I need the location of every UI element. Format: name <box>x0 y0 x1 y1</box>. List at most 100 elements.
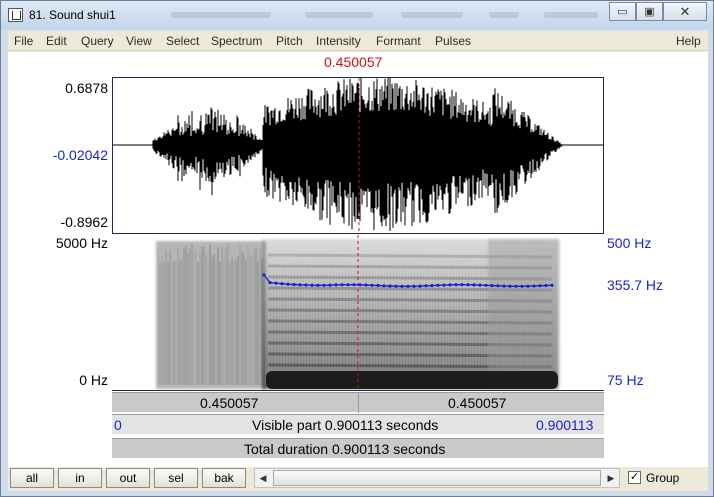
menu-formant[interactable]: Formant <box>376 34 421 48</box>
spectrogram-panel[interactable] <box>112 235 604 391</box>
waveform-panel[interactable] <box>112 76 604 234</box>
close-button[interactable]: ✕ <box>663 2 707 21</box>
pitch-point <box>388 284 392 288</box>
maximize-button[interactable]: ▣ <box>636 2 663 21</box>
blurred-toolbar-item <box>305 12 373 18</box>
pitch-point <box>520 284 524 288</box>
spectrogram-baseline <box>112 390 604 391</box>
total-duration-label: Total duration 0.900113 seconds <box>244 441 446 457</box>
zoom-in-button[interactable]: in <box>58 468 102 488</box>
spectrogram-svg <box>156 235 560 391</box>
pitch-point <box>526 284 530 288</box>
waveform-svg <box>113 76 603 233</box>
pitch-point <box>532 284 536 288</box>
pitch-point <box>538 284 542 288</box>
pitch-value-label: 355.7 Hz <box>607 277 664 293</box>
pitch-point <box>448 283 452 287</box>
pitch-point <box>496 284 500 288</box>
right-time-value: 0.450057 <box>448 395 507 411</box>
horizontal-scrollbar[interactable]: ◀ ▶ <box>254 468 620 488</box>
tail-noise-region <box>488 239 560 387</box>
blurred-toolbar-item <box>544 12 598 18</box>
pitch-point <box>292 282 296 287</box>
pitch-point <box>322 283 326 287</box>
pitch-point <box>394 284 398 288</box>
pitch-max-label: 500 Hz <box>607 235 652 251</box>
spectrogram-min-freq-label: 0 Hz <box>79 372 108 388</box>
menu-help[interactable]: Help <box>676 34 701 48</box>
pitch-point <box>514 284 518 288</box>
pitch-point <box>304 283 308 287</box>
spectrogram-max-freq-label: 5000 Hz <box>55 235 108 251</box>
title-bar[interactable]: 81. Sound shui1 ▭ ▣ ✕ <box>1 1 713 29</box>
zoom-back-button[interactable]: bak <box>202 468 246 488</box>
pitch-point <box>310 283 314 287</box>
pitch-point <box>370 283 374 287</box>
pitch-point <box>412 284 416 288</box>
zoom-out-button[interactable]: out <box>106 468 150 488</box>
menu-query[interactable]: Query <box>81 34 114 48</box>
scroll-left-arrow-icon[interactable]: ◀ <box>255 469 271 487</box>
pitch-point <box>334 283 338 287</box>
zoom-all-button[interactable]: all <box>10 468 54 488</box>
pitch-point <box>478 283 482 287</box>
bottom-toolbar: all in out sel bak ◀ ▶ ✓ Group <box>8 467 708 491</box>
blurred-toolbar-item <box>401 12 463 18</box>
pitch-point <box>490 284 494 288</box>
pitch-point <box>274 281 278 285</box>
pitch-point <box>358 283 362 287</box>
scroll-right-arrow-icon[interactable]: ▶ <box>603 469 619 487</box>
waveform-max-label: 0.6878 <box>65 80 108 96</box>
pitch-point <box>442 283 446 287</box>
scroll-thumb[interactable] <box>273 470 601 486</box>
total-duration-row[interactable]: Total duration 0.900113 seconds <box>112 438 604 458</box>
pitch-min-label: 75 Hz <box>607 372 644 388</box>
pitch-point <box>328 283 332 287</box>
zoom-selection-button[interactable]: sel <box>154 468 198 488</box>
pitch-point <box>436 283 440 287</box>
waveform-min-label: -0.8962 <box>60 214 108 230</box>
pitch-point <box>400 284 404 288</box>
blurred-toolbar-item <box>489 12 519 18</box>
visible-start-value: 0 <box>114 417 122 433</box>
waveform-zero-label: -0.02042 <box>52 147 108 163</box>
pitch-point <box>460 283 464 287</box>
menu-file[interactable]: File <box>14 34 33 48</box>
pitch-point <box>466 283 470 287</box>
pitch-point <box>484 283 488 287</box>
menu-bar: File Edit Query View Select Spectrum Pit… <box>8 31 708 51</box>
pitch-point <box>268 281 272 285</box>
pitch-point <box>550 283 554 287</box>
pitch-point <box>262 273 266 277</box>
minimize-button[interactable]: ▭ <box>609 2 636 21</box>
menu-select[interactable]: Select <box>166 34 199 48</box>
menu-pitch[interactable]: Pitch <box>276 34 303 48</box>
menu-intensity[interactable]: Intensity <box>316 34 361 48</box>
pitch-point <box>280 282 284 286</box>
selection-time-row[interactable]: 0.450057 0.450057 <box>112 392 604 413</box>
left-time-value: 0.450057 <box>200 395 259 411</box>
pitch-point <box>430 284 434 288</box>
pitch-point <box>424 284 428 288</box>
sound-editor-canvas[interactable]: 0.450057 0.6878 -0.02042 -0.8962 5000 Hz… <box>8 52 708 467</box>
visible-part-label: Visible part 0.900113 seconds <box>252 417 439 433</box>
pitch-point <box>502 284 506 288</box>
pitch-point <box>418 284 422 288</box>
low-formant-band <box>266 371 558 389</box>
waveform-trace <box>152 76 563 231</box>
pitch-point <box>544 283 548 288</box>
cursor-time-label: 0.450057 <box>324 54 383 70</box>
menu-edit[interactable]: Edit <box>46 34 67 48</box>
window-title: 81. Sound shui1 <box>29 8 116 22</box>
pitch-point <box>316 283 320 287</box>
menu-view[interactable]: View <box>126 34 152 48</box>
pitch-point <box>286 282 290 286</box>
blurred-toolbar-item <box>171 12 271 18</box>
visible-part-row[interactable]: 0 Visible part 0.900113 seconds 0.900113 <box>112 414 604 434</box>
menu-pulses[interactable]: Pulses <box>435 34 471 48</box>
menu-spectrum[interactable]: Spectrum <box>211 34 262 48</box>
praat-sound-window: 81. Sound shui1 ▭ ▣ ✕ File Edit Query Vi… <box>0 0 714 497</box>
window-client: File Edit Query View Select Spectrum Pit… <box>8 31 708 491</box>
group-checkbox[interactable]: ✓ <box>628 471 641 484</box>
pitch-point <box>472 283 476 287</box>
